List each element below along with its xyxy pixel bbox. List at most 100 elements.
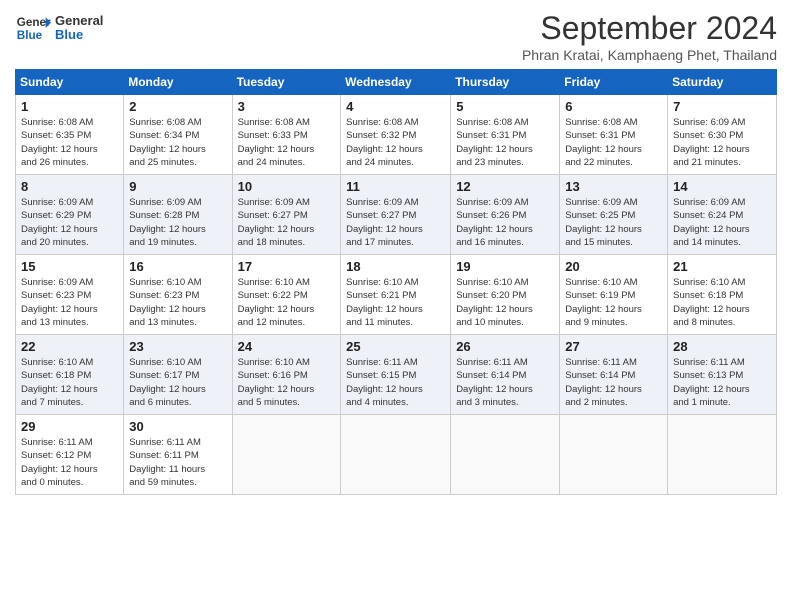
calendar-day-28: 28 Sunrise: 6:11 AMSunset: 6:13 PMDayligh… xyxy=(668,335,777,415)
day-info: Sunrise: 6:09 AMSunset: 6:25 PMDaylight:… xyxy=(565,196,662,249)
logo: General Blue General Blue xyxy=(15,10,103,46)
header: General Blue General Blue September 2024… xyxy=(15,10,777,63)
calendar-week-row: 22Sunrise: 6:10 AMSunset: 6:18 PMDayligh… xyxy=(16,335,777,415)
calendar-empty-cell xyxy=(560,415,668,495)
day-info: Sunrise: 6:10 AMSunset: 6:22 PMDaylight:… xyxy=(238,276,336,329)
header-row: SundayMondayTuesdayWednesdayThursdayFrid… xyxy=(16,70,777,95)
calendar-day-27: 27 Sunrise: 6:11 AMSunset: 6:14 PMDayligh… xyxy=(560,335,668,415)
header-cell-wednesday: Wednesday xyxy=(341,70,451,95)
calendar-day-24: 24Sunrise: 6:10 AMSunset: 6:16 PMDayligh… xyxy=(232,335,341,415)
calendar-day-6: 6 Sunrise: 6:08 AMSunset: 6:31 PMDaylight… xyxy=(560,95,668,175)
day-info: Sunrise: 6:09 AMSunset: 6:28 PMDaylight:… xyxy=(129,196,226,249)
calendar-empty-cell xyxy=(232,415,341,495)
calendar-day-1: 1 Sunrise: 6:08 AMSunset: 6:35 PMDaylight… xyxy=(16,95,124,175)
day-info: Sunrise: 6:11 AMSunset: 6:14 PMDaylight:… xyxy=(565,356,662,409)
calendar-day-23: 23 Sunrise: 6:10 AMSunset: 6:17 PMDayligh… xyxy=(124,335,232,415)
day-number: 28 xyxy=(673,339,771,354)
header-cell-sunday: Sunday xyxy=(16,70,124,95)
calendar-day-10: 10 Sunrise: 6:09 AMSunset: 6:27 PMDayligh… xyxy=(232,175,341,255)
calendar-day-5: 5 Sunrise: 6:08 AMSunset: 6:31 PMDaylight… xyxy=(451,95,560,175)
day-number: 7 xyxy=(673,99,771,114)
day-number: 2 xyxy=(129,99,226,114)
day-info: Sunrise: 6:11 AMSunset: 6:13 PMDaylight:… xyxy=(673,356,771,409)
calendar: SundayMondayTuesdayWednesdayThursdayFrid… xyxy=(15,69,777,495)
day-info: Sunrise: 6:08 AMSunset: 6:35 PMDaylight:… xyxy=(21,116,118,169)
day-info: Sunrise: 6:09 AMSunset: 6:23 PMDaylight:… xyxy=(21,276,118,329)
day-number: 23 xyxy=(129,339,226,354)
header-cell-saturday: Saturday xyxy=(668,70,777,95)
day-info: Sunrise: 6:08 AMSunset: 6:33 PMDaylight:… xyxy=(238,116,336,169)
calendar-day-19: 19Sunrise: 6:10 AMSunset: 6:20 PMDayligh… xyxy=(451,255,560,335)
page: General Blue General Blue September 2024… xyxy=(0,0,792,612)
calendar-day-18: 18Sunrise: 6:10 AMSunset: 6:21 PMDayligh… xyxy=(341,255,451,335)
header-cell-monday: Monday xyxy=(124,70,232,95)
day-info: Sunrise: 6:10 AMSunset: 6:18 PMDaylight:… xyxy=(21,356,118,409)
location-subtitle: Phran Kratai, Kamphaeng Phet, Thailand xyxy=(522,47,777,63)
calendar-day-16: 16 Sunrise: 6:10 AMSunset: 6:23 PMDayligh… xyxy=(124,255,232,335)
day-number: 6 xyxy=(565,99,662,114)
day-number: 1 xyxy=(21,99,118,114)
title-block: September 2024 Phran Kratai, Kamphaeng P… xyxy=(522,10,777,63)
calendar-day-29: 29Sunrise: 6:11 AMSunset: 6:12 PMDayligh… xyxy=(16,415,124,495)
day-number: 11 xyxy=(346,179,445,194)
day-info: Sunrise: 6:10 AMSunset: 6:20 PMDaylight:… xyxy=(456,276,554,329)
day-info: Sunrise: 6:08 AMSunset: 6:34 PMDaylight:… xyxy=(129,116,226,169)
logo-blue: Blue xyxy=(55,28,103,42)
day-number: 16 xyxy=(129,259,226,274)
calendar-day-12: 12Sunrise: 6:09 AMSunset: 6:26 PMDayligh… xyxy=(451,175,560,255)
day-info: Sunrise: 6:08 AMSunset: 6:31 PMDaylight:… xyxy=(456,116,554,169)
header-cell-friday: Friday xyxy=(560,70,668,95)
day-number: 25 xyxy=(346,339,445,354)
day-number: 30 xyxy=(129,419,226,434)
day-info: Sunrise: 6:10 AMSunset: 6:18 PMDaylight:… xyxy=(673,276,771,329)
calendar-day-11: 11Sunrise: 6:09 AMSunset: 6:27 PMDayligh… xyxy=(341,175,451,255)
day-number: 5 xyxy=(456,99,554,114)
calendar-week-row: 15Sunrise: 6:09 AMSunset: 6:23 PMDayligh… xyxy=(16,255,777,335)
day-info: Sunrise: 6:11 AMSunset: 6:15 PMDaylight:… xyxy=(346,356,445,409)
svg-text:Blue: Blue xyxy=(17,29,43,42)
calendar-day-7: 7 Sunrise: 6:09 AMSunset: 6:30 PMDaylight… xyxy=(668,95,777,175)
day-number: 10 xyxy=(238,179,336,194)
calendar-empty-cell xyxy=(668,415,777,495)
header-cell-tuesday: Tuesday xyxy=(232,70,341,95)
day-info: Sunrise: 6:08 AMSunset: 6:31 PMDaylight:… xyxy=(565,116,662,169)
day-info: Sunrise: 6:09 AMSunset: 6:30 PMDaylight:… xyxy=(673,116,771,169)
logo-icon: General Blue xyxy=(15,10,51,46)
day-number: 18 xyxy=(346,259,445,274)
day-info: Sunrise: 6:10 AMSunset: 6:17 PMDaylight:… xyxy=(129,356,226,409)
calendar-day-8: 8Sunrise: 6:09 AMSunset: 6:29 PMDaylight… xyxy=(16,175,124,255)
day-number: 21 xyxy=(673,259,771,274)
calendar-day-3: 3Sunrise: 6:08 AMSunset: 6:33 PMDaylight… xyxy=(232,95,341,175)
header-cell-thursday: Thursday xyxy=(451,70,560,95)
calendar-week-row: 1 Sunrise: 6:08 AMSunset: 6:35 PMDaylight… xyxy=(16,95,777,175)
day-number: 13 xyxy=(565,179,662,194)
day-number: 20 xyxy=(565,259,662,274)
day-number: 4 xyxy=(346,99,445,114)
day-info: Sunrise: 6:11 AMSunset: 6:14 PMDaylight:… xyxy=(456,356,554,409)
calendar-day-30: 30Sunrise: 6:11 AMSunset: 6:11 PMDayligh… xyxy=(124,415,232,495)
day-info: Sunrise: 6:09 AMSunset: 6:26 PMDaylight:… xyxy=(456,196,554,249)
day-number: 27 xyxy=(565,339,662,354)
day-number: 9 xyxy=(129,179,226,194)
calendar-day-13: 13 Sunrise: 6:09 AMSunset: 6:25 PMDayligh… xyxy=(560,175,668,255)
day-number: 17 xyxy=(238,259,336,274)
day-info: Sunrise: 6:09 AMSunset: 6:27 PMDaylight:… xyxy=(238,196,336,249)
day-number: 14 xyxy=(673,179,771,194)
calendar-body: 1 Sunrise: 6:08 AMSunset: 6:35 PMDaylight… xyxy=(16,95,777,495)
calendar-day-4: 4 Sunrise: 6:08 AMSunset: 6:32 PMDaylight… xyxy=(341,95,451,175)
day-info: Sunrise: 6:10 AMSunset: 6:16 PMDaylight:… xyxy=(238,356,336,409)
calendar-day-2: 2 Sunrise: 6:08 AMSunset: 6:34 PMDaylight… xyxy=(124,95,232,175)
day-number: 29 xyxy=(21,419,118,434)
day-info: Sunrise: 6:10 AMSunset: 6:23 PMDaylight:… xyxy=(129,276,226,329)
calendar-day-15: 15Sunrise: 6:09 AMSunset: 6:23 PMDayligh… xyxy=(16,255,124,335)
logo-general: General xyxy=(55,14,103,28)
calendar-empty-cell xyxy=(451,415,560,495)
calendar-day-22: 22Sunrise: 6:10 AMSunset: 6:18 PMDayligh… xyxy=(16,335,124,415)
month-title: September 2024 xyxy=(522,10,777,47)
calendar-day-9: 9 Sunrise: 6:09 AMSunset: 6:28 PMDaylight… xyxy=(124,175,232,255)
calendar-day-25: 25 Sunrise: 6:11 AMSunset: 6:15 PMDayligh… xyxy=(341,335,451,415)
day-info: Sunrise: 6:09 AMSunset: 6:29 PMDaylight:… xyxy=(21,196,118,249)
day-info: Sunrise: 6:08 AMSunset: 6:32 PMDaylight:… xyxy=(346,116,445,169)
calendar-day-26: 26Sunrise: 6:11 AMSunset: 6:14 PMDayligh… xyxy=(451,335,560,415)
calendar-empty-cell xyxy=(341,415,451,495)
